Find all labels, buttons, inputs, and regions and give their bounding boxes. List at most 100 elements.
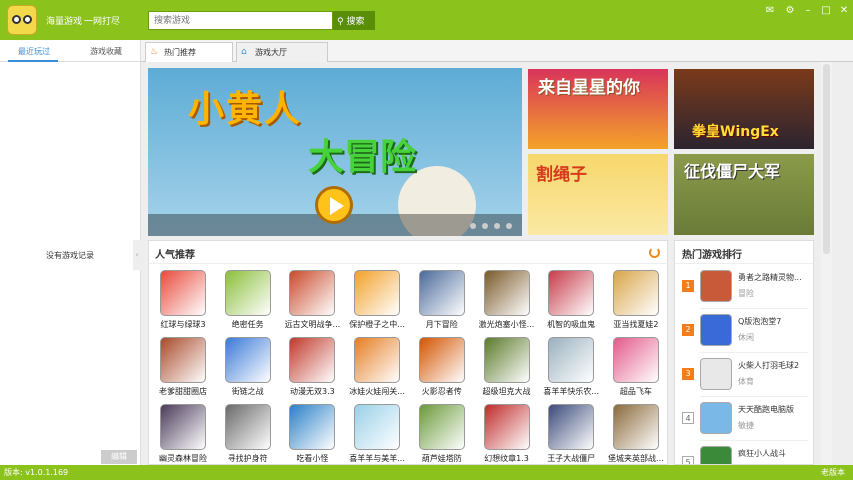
game-thumbnail[interactable] [612, 404, 659, 450]
game-tile[interactable]: 月下冒险 [414, 270, 470, 330]
ranking-item[interactable]: 1 勇者之路精灵物... 冒险 [675, 267, 813, 311]
scrollbar-thumb[interactable] [823, 64, 830, 254]
game-thumbnail[interactable] [354, 404, 401, 450]
game-thumbnail[interactable] [700, 358, 732, 390]
game-tile[interactable]: 吃看小怪 [284, 404, 340, 464]
old-version-link[interactable]: 老版本 [821, 467, 845, 478]
game-tile[interactable]: 堡城夹英部战... [608, 404, 664, 464]
game-name: 红球与绿球3 [160, 320, 206, 329]
game-name: 动漫无双3.3 [290, 387, 335, 396]
game-thumbnail[interactable] [483, 270, 530, 316]
game-thumbnail[interactable] [483, 337, 530, 383]
search-input[interactable] [148, 11, 333, 30]
game-thumbnail[interactable] [548, 404, 595, 450]
game-thumbnail[interactable] [483, 404, 530, 450]
game-thumbnail[interactable] [224, 404, 271, 450]
game-thumbnail[interactable] [700, 446, 732, 464]
maximize-icon[interactable]: □ [820, 5, 832, 17]
game-tile[interactable]: 超级坦克大战 [479, 337, 535, 397]
carousel-dot[interactable] [482, 223, 488, 229]
game-name[interactable]: 火柴人打羽毛球2 [738, 360, 808, 371]
carousel-dot[interactable] [506, 223, 512, 229]
game-thumbnail[interactable] [224, 270, 271, 316]
game-tile[interactable]: 幻想纹章1.3 [479, 404, 535, 464]
scrollbar[interactable] [821, 62, 832, 465]
ranking-item[interactable]: 5疯狂小人战斗敏捷 [675, 443, 813, 464]
game-name[interactable]: 勇者之路精灵物... [738, 272, 808, 283]
refresh-icon[interactable] [649, 247, 660, 258]
game-tile[interactable]: 远古文明战争... [284, 270, 340, 330]
game-thumbnail[interactable] [289, 337, 336, 383]
minimize-icon[interactable]: – [802, 5, 814, 17]
tab-recent[interactable]: 最近玩过 [18, 46, 50, 57]
ranking-item[interactable]: 2 Q版泡泡堂7 休闲 [675, 311, 813, 355]
game-thumbnail[interactable] [160, 404, 206, 450]
promo-tile-kof[interactable]: 拳皇WingEx [674, 69, 814, 149]
collapse-panel-icon[interactable]: ‹ [133, 240, 141, 270]
ranking-item[interactable]: 3 火柴人打羽毛球2 体育 [675, 355, 813, 399]
fire-icon: ♨ [150, 47, 159, 57]
game-tile[interactable]: 亚当找夏娃2 [608, 270, 664, 330]
game-tile[interactable]: 动漫无双3.3 [284, 337, 340, 397]
tab-hot-recommend[interactable]: ♨ 热门推荐 [145, 42, 233, 63]
game-thumbnail[interactable] [700, 314, 732, 346]
game-tile[interactable]: 激光炮塞小怪... [479, 270, 535, 330]
game-tile[interactable]: 葫芦娃塔防 [414, 404, 470, 464]
game-tile[interactable]: 绝密任务 [220, 270, 276, 330]
game-thumbnail[interactable] [289, 270, 336, 316]
game-tile[interactable]: 寻找护身符 [220, 404, 276, 464]
carousel-dot[interactable] [494, 223, 500, 229]
app-title: 海量游戏 [46, 17, 83, 27]
promo-tile-star[interactable]: 来自星星的你 [528, 69, 668, 149]
game-name[interactable]: 疯狂小人战斗 [738, 448, 808, 459]
game-tile[interactable]: 幽灵森林冒险 [155, 404, 211, 464]
game-tile[interactable]: 超品飞车 [608, 337, 664, 397]
game-thumbnail[interactable] [612, 270, 659, 316]
game-thumbnail[interactable] [224, 337, 271, 383]
game-tile[interactable]: 机智的吸血鬼 [543, 270, 599, 330]
game-thumbnail[interactable] [418, 337, 465, 383]
game-thumbnail[interactable] [160, 337, 206, 383]
game-thumbnail[interactable] [548, 270, 595, 316]
game-thumbnail[interactable] [418, 404, 465, 450]
search-button[interactable]: ⚲ 搜索 [333, 11, 375, 30]
game-tile[interactable]: 冰娃火娃闯关... [349, 337, 405, 397]
carousel-dot[interactable] [470, 223, 476, 229]
menu-icon[interactable]: ⚙ [784, 5, 796, 17]
game-tile[interactable]: 老爹甜甜圈店 [155, 337, 211, 397]
game-category: 体育 [738, 377, 754, 386]
game-tile[interactable]: 喜羊羊快乐农... [543, 337, 599, 397]
game-name: 幻想纹章1.3 [484, 454, 529, 463]
game-tile[interactable]: 街链之战 [220, 337, 276, 397]
game-tile[interactable]: 红球与绿球3 [155, 270, 211, 330]
game-thumbnail[interactable] [548, 337, 595, 383]
game-thumbnail[interactable] [289, 404, 336, 450]
promo-title: 割绳子 [536, 165, 587, 185]
promo-tile-cut-rope[interactable]: 割绳子 [528, 154, 668, 235]
game-name: 月下冒险 [425, 320, 458, 329]
message-icon[interactable]: ✉ [764, 5, 776, 17]
game-thumbnail[interactable] [160, 270, 206, 316]
game-tile[interactable]: 火影忍者传 [414, 337, 470, 397]
divider [700, 308, 808, 309]
game-thumbnail[interactable] [418, 270, 465, 316]
game-thumbnail[interactable] [354, 270, 401, 316]
game-tile[interactable]: 保护橙子之中... [349, 270, 405, 330]
game-thumbnail[interactable] [700, 270, 732, 302]
game-tile[interactable]: 王子大战僵尸 [543, 404, 599, 464]
promo-tile-zombie[interactable]: 征伐僵尸大军 [674, 154, 814, 235]
game-name: 王子大战僵尸 [547, 454, 596, 463]
tab-game-hall[interactable]: ⌂ 游戏大厅 [236, 42, 328, 62]
game-thumbnail[interactable] [700, 402, 732, 434]
game-name: 超级坦克大战 [482, 387, 531, 396]
close-icon[interactable]: ✕ [838, 5, 850, 17]
tab-favorites[interactable]: 游戏收藏 [90, 46, 122, 57]
game-tile[interactable]: 喜羊羊与美羊... [349, 404, 405, 464]
ranking-item[interactable]: 4 天天酷跑电脑版 敏捷 [675, 399, 813, 443]
game-name[interactable]: Q版泡泡堂7 [738, 316, 808, 327]
edit-button[interactable]: 编辑 [101, 450, 137, 464]
game-thumbnail[interactable] [612, 337, 659, 383]
game-name[interactable]: 天天酷跑电脑版 [738, 404, 808, 415]
play-icon[interactable] [315, 186, 353, 224]
game-thumbnail[interactable] [354, 337, 401, 383]
